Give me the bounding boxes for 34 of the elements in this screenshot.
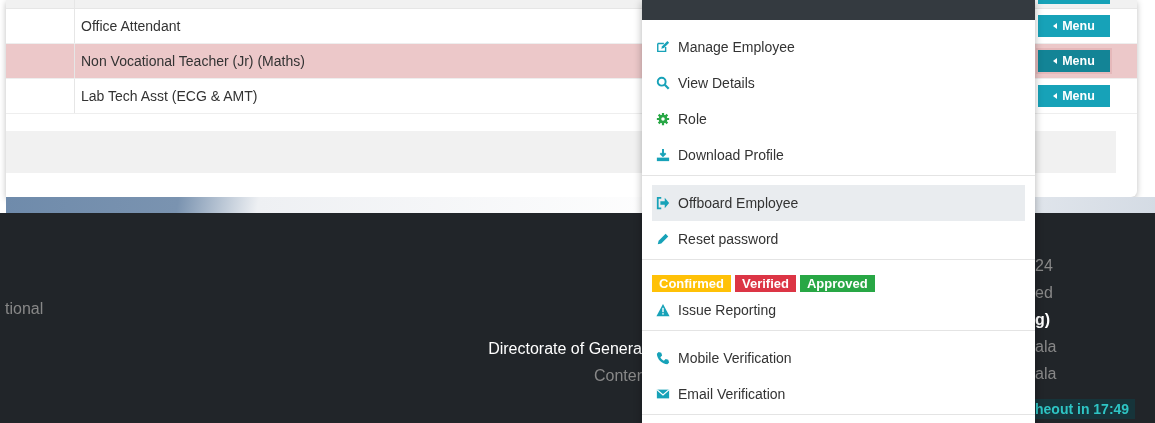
status-badge: Confirmed	[652, 275, 731, 292]
menu-button[interactable]: Menu	[1038, 50, 1110, 72]
footer-text: tional	[5, 300, 44, 318]
status-badge: Verified	[735, 275, 796, 292]
edit-icon	[656, 40, 670, 54]
caret-icon	[1053, 58, 1058, 64]
menu-item[interactable]: Email Verification	[652, 376, 1025, 412]
table-cell-text: Office Attendant	[80, 18, 182, 34]
footer-text: g)	[1035, 310, 1052, 330]
pencil-icon	[656, 232, 670, 246]
footer-text: 24	[1035, 256, 1054, 276]
table-cell-text: Lab Tech Asst (ECG & AMT)	[80, 88, 259, 104]
sign-out-icon	[656, 196, 670, 210]
gear-icon	[656, 112, 670, 126]
envelope-icon	[656, 387, 670, 401]
menu-item[interactable]: Download Profile	[652, 137, 1025, 173]
menu-item[interactable]: Issue Reporting	[652, 292, 1025, 328]
footer-text: ala	[1035, 337, 1058, 357]
footer-text: ala	[1035, 364, 1058, 384]
session-timer: heout in 17:49	[1035, 399, 1136, 419]
footer-text: ed	[1035, 283, 1054, 303]
menu-item[interactable]: Offboard Employee	[652, 185, 1025, 221]
search-icon	[656, 76, 670, 90]
warning-icon	[656, 303, 670, 317]
phone-icon	[656, 351, 670, 365]
menu-item[interactable]: Reset password	[652, 221, 1025, 257]
footer-text: Conter	[593, 367, 642, 385]
caret-icon	[1053, 23, 1058, 29]
footer-text: Directorate of Genera	[488, 340, 642, 358]
menu-item[interactable]: Mobile Verification	[652, 340, 1025, 376]
status-badge: Approved	[799, 275, 875, 292]
download-icon	[656, 148, 670, 162]
table-cell-text: Non Vocational Teacher (Jr) (Maths)	[80, 53, 306, 69]
caret-icon	[1053, 93, 1058, 99]
